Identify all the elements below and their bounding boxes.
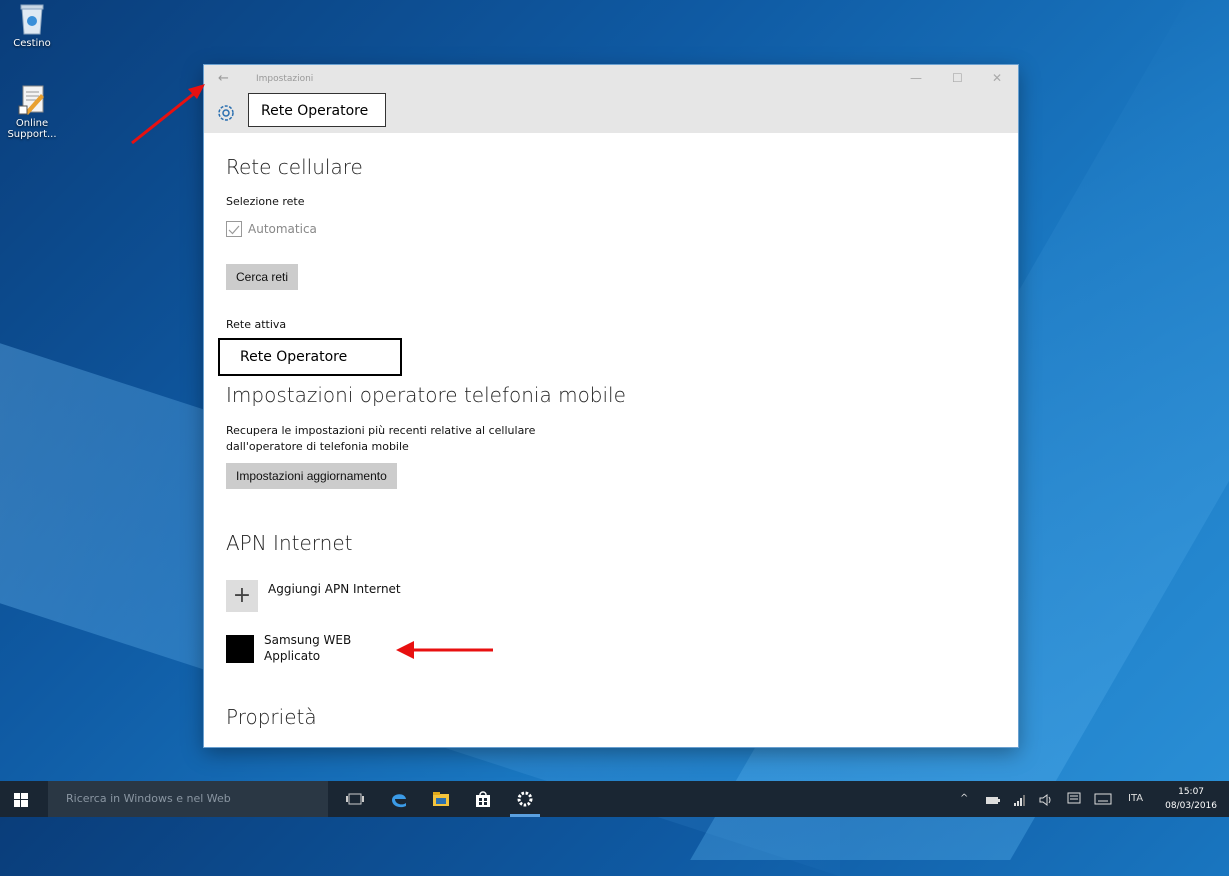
edge-browser-icon[interactable]: [389, 789, 409, 809]
taskbar-search-input[interactable]: Ricerca in Windows e nel Web: [48, 781, 328, 817]
file-explorer-icon[interactable]: [431, 789, 451, 809]
windows-start-icon[interactable]: [14, 792, 28, 807]
clock-time: 15:07: [1178, 787, 1205, 797]
store-icon[interactable]: [473, 789, 493, 809]
signal-icon[interactable]: [1012, 792, 1032, 812]
annotation-arrows: [131, 84, 493, 659]
annotation-arrow-back: [131, 84, 205, 145]
task-view-icon[interactable]: [345, 789, 365, 809]
battery-icon[interactable]: [985, 792, 1005, 812]
clock[interactable]: 15:07 08/03/2016: [1165, 785, 1217, 813]
annotation-arrow-apn: [396, 641, 493, 659]
action-center-icon[interactable]: [1066, 791, 1086, 811]
taskbar: Ricerca in Windows e nel Web ^ ITA 15:07…: [0, 781, 1229, 817]
clock-date: 08/03/2016: [1165, 801, 1217, 811]
settings-gear-icon[interactable]: [515, 789, 535, 809]
volume-icon[interactable]: [1038, 792, 1058, 812]
tray-chevron-icon[interactable]: ^: [960, 793, 968, 804]
language-indicator[interactable]: ITA: [1128, 793, 1143, 804]
keyboard-icon[interactable]: [1094, 791, 1114, 811]
